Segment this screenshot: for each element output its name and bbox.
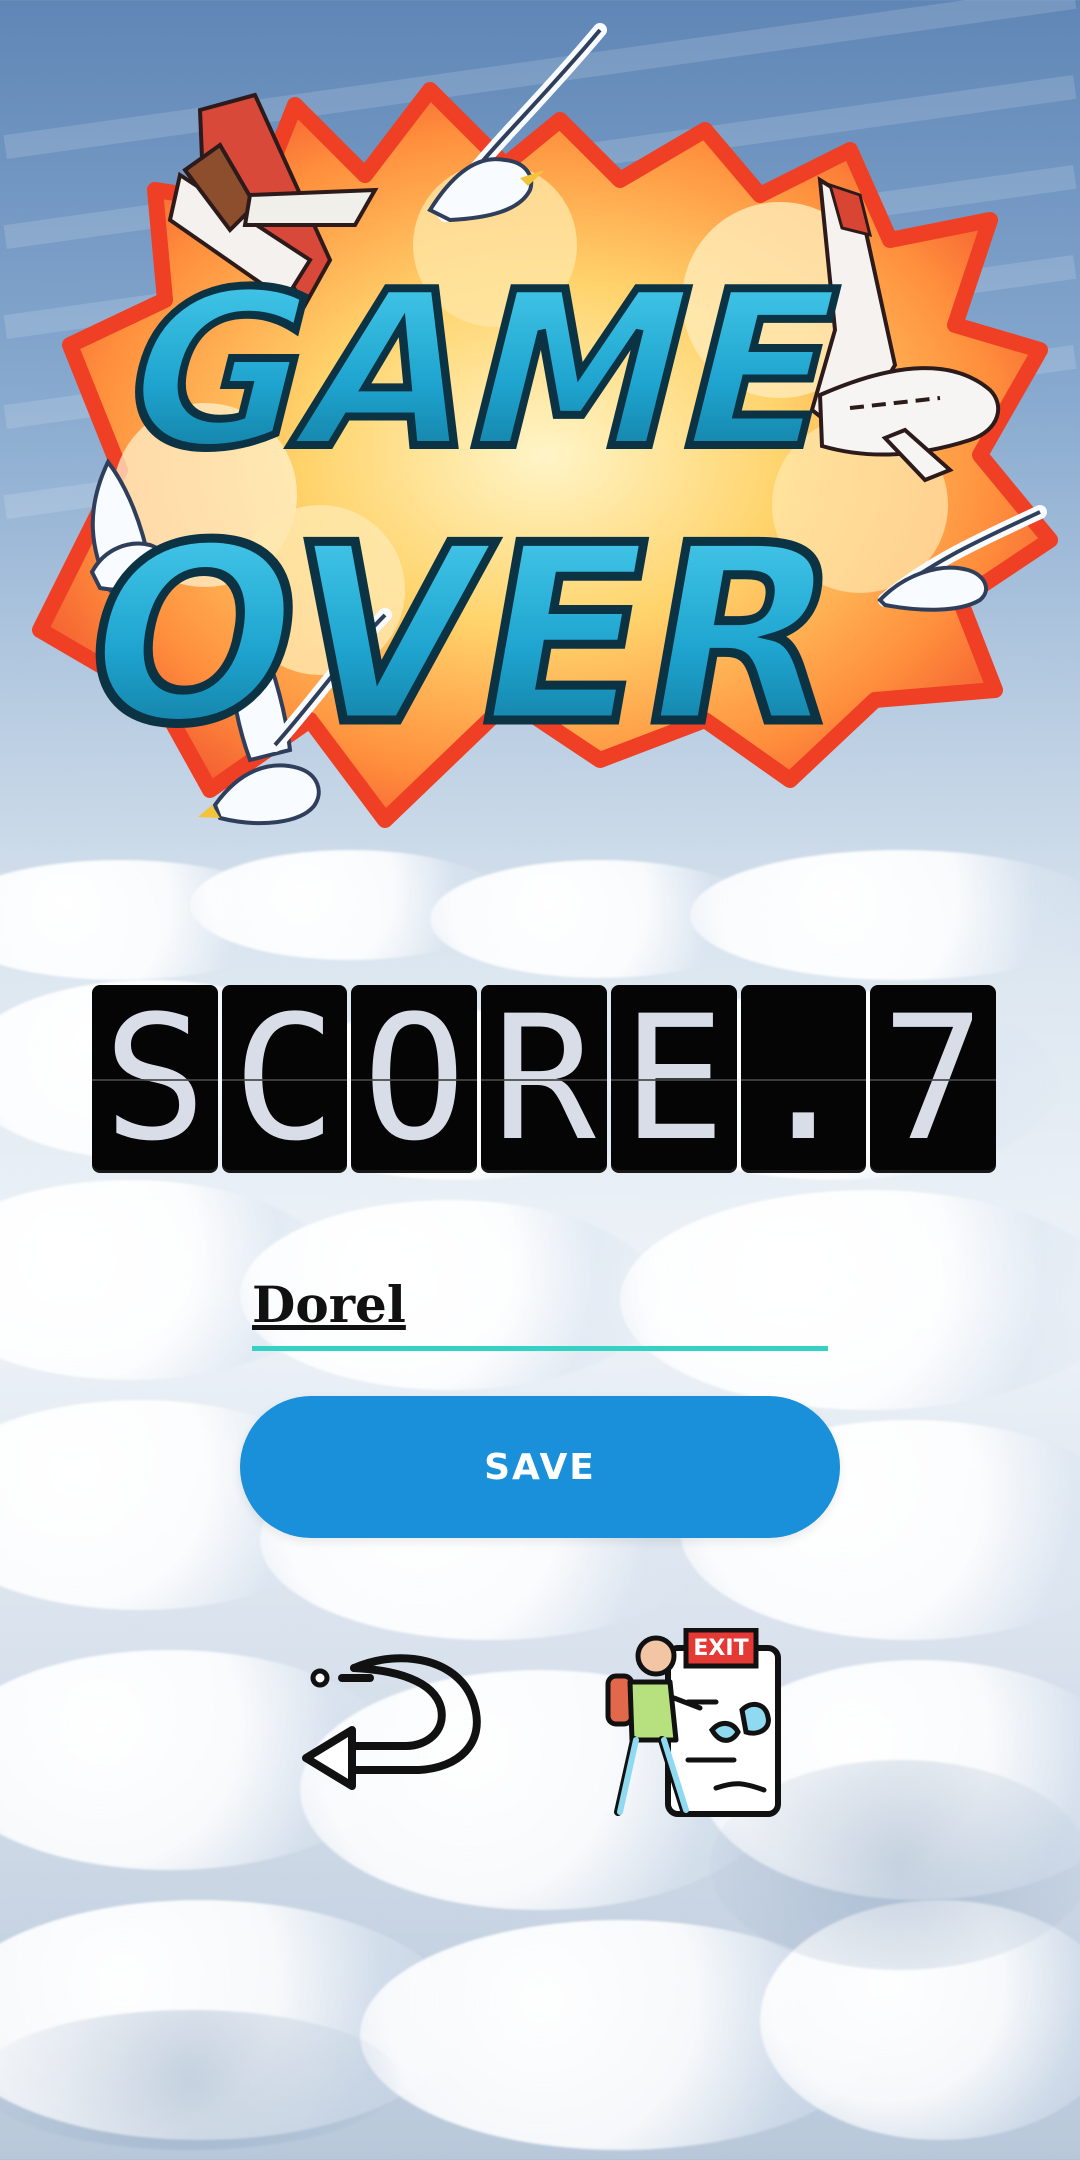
save-button[interactable]: SAVE (240, 1396, 840, 1538)
logo-line-1: GAME (99, 246, 865, 496)
score-character: 7 (881, 985, 985, 1173)
restart-button[interactable] (296, 1646, 486, 1796)
restart-arrow-icon (302, 1654, 481, 1790)
score-cell: 7 (870, 985, 997, 1173)
score-character: C (232, 985, 337, 1173)
score-display: S C O R E . 7 (92, 985, 997, 1173)
logo-line-2: OVER (64, 494, 861, 779)
score-character: . (751, 985, 856, 1173)
exit-button[interactable]: EXIT (596, 1627, 786, 1820)
score-cell: R (481, 985, 607, 1173)
score-cell: E (610, 985, 737, 1173)
score-cell: . (740, 985, 867, 1173)
score-cell: O (351, 985, 478, 1173)
score-cell: S (92, 985, 218, 1173)
score-character: O (362, 985, 467, 1173)
exit-icon-label: EXIT (693, 1636, 748, 1661)
score-character: E (621, 985, 726, 1173)
exit-door-icon: EXIT (605, 1627, 781, 1817)
score-character: R (492, 985, 596, 1173)
score-character: S (103, 985, 207, 1173)
score-cell: C (221, 985, 348, 1173)
player-name-input[interactable] (252, 1262, 828, 1351)
game-over-logo: GAME OVER (32, 23, 1058, 828)
